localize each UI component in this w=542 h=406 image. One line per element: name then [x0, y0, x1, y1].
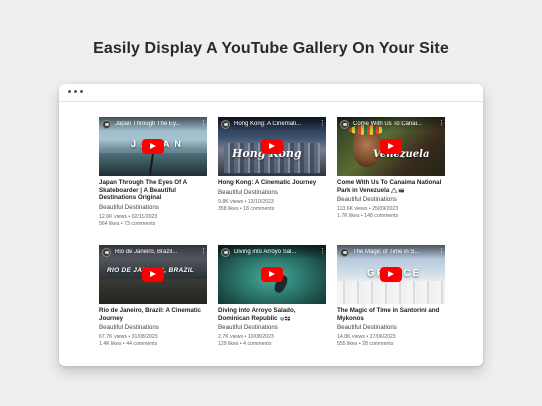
video-title[interactable]: Diving into Arroyo Salado, Dominican Rep…	[218, 307, 326, 322]
video-views-date: 2.7K views • 10/08/2023	[218, 334, 274, 341]
kebab-menu-icon[interactable]: ⋮	[200, 120, 207, 128]
kebab-menu-icon[interactable]: ⋮	[438, 248, 445, 256]
youtube-play-icon[interactable]	[142, 139, 164, 154]
video-card[interactable]: Hong Kong Hong Kong: A Cinemati... ⋮ Hon…	[218, 117, 326, 235]
video-thumbnail[interactable]: GREECE The Magic of Time in S... ⋮	[337, 245, 445, 304]
youtube-play-icon[interactable]	[380, 267, 402, 282]
channel-avatar[interactable]	[102, 248, 111, 257]
kebab-menu-icon[interactable]: ⋮	[319, 248, 326, 256]
video-likes-comments: 129 likes • 4 comments	[218, 341, 272, 348]
thumbnail-title: Japan Through The Ey...	[115, 121, 181, 127]
page-title: Easily Display A YouTube Gallery On Your…	[93, 40, 449, 57]
window-dot-icon[interactable]	[80, 90, 83, 93]
youtube-play-icon[interactable]	[261, 139, 283, 154]
browser-toolbar	[59, 84, 483, 102]
thumbnail-title: Diving into Arroyo Sal...	[234, 249, 297, 255]
channel-avatar[interactable]	[340, 248, 349, 257]
channel-name[interactable]: Beautiful Destinations	[99, 204, 207, 211]
video-title-text: Come With Us To Canaima National Park in…	[337, 179, 442, 194]
channel-name[interactable]: Beautiful Destinations	[337, 196, 445, 203]
window-dot-icon[interactable]	[68, 90, 71, 93]
channel-avatar[interactable]	[340, 120, 349, 129]
video-title[interactable]: The Magic of Time in Santorini and Mykon…	[337, 307, 445, 322]
video-thumbnail[interactable]: RIO DE JANEIRO, BRAZIL Rio de Janeiro, B…	[99, 245, 207, 304]
thumbnail-title: Come With Us To Canai...	[353, 121, 422, 127]
channel-avatar[interactable]	[221, 120, 230, 129]
kebab-menu-icon[interactable]: ⋮	[319, 120, 326, 128]
video-thumbnail[interactable]: JAPAN Japan Through The Ey... ⋮	[99, 117, 207, 176]
video-card[interactable]: GREECE The Magic of Time in S... ⋮ The M…	[337, 245, 445, 363]
video-card[interactable]: RIO DE JANEIRO, BRAZIL Rio de Janeiro, B…	[99, 245, 207, 363]
video-thumbnail[interactable]: Diving into Arroyo Sal... ⋮	[218, 245, 326, 304]
video-title[interactable]: Hong Kong: A Cinematic Journey	[218, 179, 326, 187]
window-dot-icon[interactable]	[74, 90, 77, 93]
warning-triangle-icon	[391, 187, 398, 193]
channel-name[interactable]: Beautiful Destinations	[99, 324, 207, 331]
thumbnail-city	[99, 279, 207, 304]
video-thumbnail[interactable]: Hong Kong Hong Kong: A Cinemati... ⋮	[218, 117, 326, 176]
thumbnail-houses	[337, 281, 445, 304]
video-title[interactable]: Come With Us To Canaima National Park in…	[337, 179, 445, 194]
video-views-date: 113.6K views • 25/09/2023	[337, 206, 399, 213]
kebab-menu-icon[interactable]: ⋮	[438, 120, 445, 128]
thumbnail-title: Rio de Janeiro, Brazil...	[115, 249, 178, 255]
video-views-date: 14.8K views • 27/06/2023	[337, 334, 396, 341]
channel-name[interactable]: Beautiful Destinations	[218, 324, 326, 331]
video-likes-comments: 1.4K likes • 44 comments	[99, 341, 158, 348]
video-likes-comments: 358 likes • 18 comments	[218, 205, 275, 212]
channel-avatar[interactable]	[221, 248, 230, 257]
video-views-date: 67.7K views • 31/08/2023	[99, 334, 158, 341]
video-title[interactable]: Rio de Janeiro, Brazil: A Cinematic Jour…	[99, 307, 207, 322]
thumbnail-title: Hong Kong: A Cinemati...	[234, 121, 302, 127]
youtube-play-icon[interactable]	[142, 267, 164, 282]
youtube-play-icon[interactable]	[261, 267, 283, 282]
video-gallery: JAPAN Japan Through The Ey... ⋮ Japan Th…	[99, 117, 445, 363]
video-likes-comments: 564 likes • 73 comments	[99, 220, 156, 227]
video-likes-comments: 555 likes • 28 comments	[337, 341, 394, 348]
video-likes-comments: 1.7K likes • 148 comments	[337, 213, 399, 220]
video-card[interactable]: JAPAN Japan Through The Ey... ⋮ Japan Th…	[99, 117, 207, 235]
video-views-date: 12.6K views • 02/11/2023	[99, 213, 158, 220]
video-views-date: 9.8K views • 13/10/2023	[218, 198, 274, 205]
channel-name[interactable]: Beautiful Destinations	[337, 324, 445, 331]
video-card[interactable]: Venezuela Come With Us To Canai... ⋮ Com…	[337, 117, 445, 235]
browser-window: JAPAN Japan Through The Ey... ⋮ Japan Th…	[59, 84, 483, 366]
channel-avatar[interactable]	[102, 120, 111, 129]
video-card[interactable]: Diving into Arroyo Sal... ⋮ Diving into …	[218, 245, 326, 363]
thumbnail-title: The Magic of Time in S...	[353, 249, 420, 255]
video-thumbnail[interactable]: Venezuela Come With Us To Canai... ⋮	[337, 117, 445, 176]
video-title-suffix: 🤿🇩🇴	[279, 315, 291, 321]
kebab-menu-icon[interactable]: ⋮	[200, 248, 207, 256]
video-title[interactable]: Japan Through The Eyes Of A Skateboarder…	[99, 179, 207, 202]
youtube-play-icon[interactable]	[380, 139, 402, 154]
window-controls	[68, 90, 83, 93]
channel-name[interactable]: Beautiful Destinations	[218, 189, 326, 196]
video-title-suffix: 🇻🇪	[398, 187, 405, 193]
